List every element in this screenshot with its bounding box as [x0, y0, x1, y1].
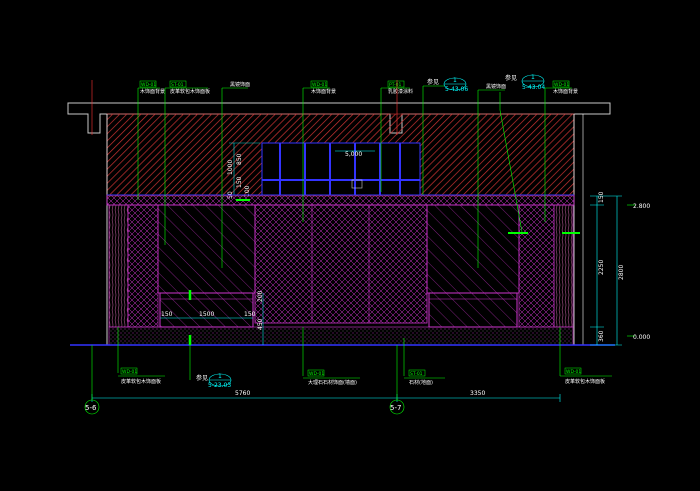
dim-right-2250: 2250	[598, 260, 605, 275]
right-wood-panel	[553, 204, 574, 328]
dim-150-right: 150	[244, 311, 256, 318]
bottom-ref-sheet: 5-23.03	[208, 382, 231, 389]
dim-150-left: 150	[161, 311, 173, 318]
skirting-stone	[108, 326, 574, 346]
center-stone-panel	[254, 204, 428, 324]
top-tag-2-code: ST-01	[171, 82, 184, 88]
dim-right-360: 360	[598, 330, 605, 342]
bottom-ref-num: 1	[218, 373, 222, 380]
top-ref-2-num: 1	[531, 74, 535, 81]
dim-right-2800: 2800	[618, 265, 625, 280]
dim-200: 200	[257, 290, 264, 302]
top-tag-5-code: PT-01	[389, 82, 402, 88]
dim-total-left: 5760	[235, 390, 250, 397]
left-mirror-panel	[157, 204, 256, 294]
bottom-tag-4-code: WD-01	[566, 369, 581, 375]
grid-axis-right: 5-7	[389, 399, 405, 415]
top-ref-1-sheet: 5-43.06	[445, 86, 468, 93]
glass-frame: 5,000	[261, 142, 421, 196]
bottom-tag-1-text: 皮革软包木饰面板	[121, 378, 161, 385]
level-bottom: 0.000	[633, 334, 650, 341]
dim-1000: 1000	[227, 160, 234, 175]
top-tag-1-text: 木饰面背景	[140, 88, 165, 95]
top-ref-2-sheet: 5-43.04	[522, 84, 545, 91]
grid-axis-left: 5-6	[84, 399, 100, 415]
glass-dim-label: 5,000	[345, 151, 362, 158]
left-cross-panel	[127, 204, 159, 328]
bottom-tag-3-code: ST-01	[410, 371, 423, 377]
dim-total-right: 3350	[470, 390, 485, 397]
top-tag-4-code: WD-01	[312, 82, 327, 88]
left-wood-panel	[108, 204, 129, 328]
right-bench	[428, 292, 518, 328]
right-dims: 150 2250 360 2800 2.800 0.000	[590, 191, 650, 346]
dim-150: 150	[236, 176, 243, 188]
dim-right-150: 150	[598, 191, 605, 203]
bottom-tag-4-text: 皮革软包木饰面板	[565, 378, 605, 385]
grid-axis-left-label: 5-6	[85, 404, 97, 412]
bottom-ref-label: 参见	[196, 374, 208, 382]
left-bench	[159, 292, 254, 328]
elevation-drawing: 5,000 1000 850 100 150 50 1500 150 150	[0, 0, 700, 491]
right-mirror-panel	[426, 204, 520, 294]
bottom-tag-1-code: WD-01	[122, 369, 137, 375]
top-ref-1-num: 1	[453, 77, 457, 84]
top-tag-1-code: WD-01	[141, 82, 156, 88]
bottom-tag-3-text: 石材(地面)	[409, 379, 433, 386]
top-tag-2-text: 皮革软包木饰面板	[170, 88, 210, 95]
grid-axis-right-label: 5-7	[390, 404, 401, 412]
top-tag-3-text: 黑镜饰面	[230, 81, 250, 88]
dim-450: 450	[257, 318, 264, 330]
dim-1500: 1500	[199, 311, 214, 318]
bottom-tag-2-text: 大理石石材饰面(墙面)	[308, 379, 357, 386]
level-top: 2.800	[633, 203, 650, 210]
bottom-ref: 参见 1 5-23.03	[189, 345, 231, 389]
top-tag-5-text: 乳胶漆涂料	[388, 88, 413, 95]
top-ref-1-label: 参见	[427, 78, 439, 86]
dim-850: 850	[236, 153, 243, 165]
bottom-tag-2-code: WD-01	[309, 371, 324, 377]
top-tag-7-code: WD-01	[554, 82, 569, 88]
cornice-band	[106, 194, 575, 206]
top-ref-2-label: 参见	[505, 74, 517, 82]
top-tag-4-text: 木饰面背景	[311, 88, 336, 95]
top-tag-6-text: 黑镜饰面	[486, 83, 506, 90]
top-tag-7-text: 木饰面背景	[553, 88, 578, 95]
right-cross-panel	[518, 204, 555, 328]
